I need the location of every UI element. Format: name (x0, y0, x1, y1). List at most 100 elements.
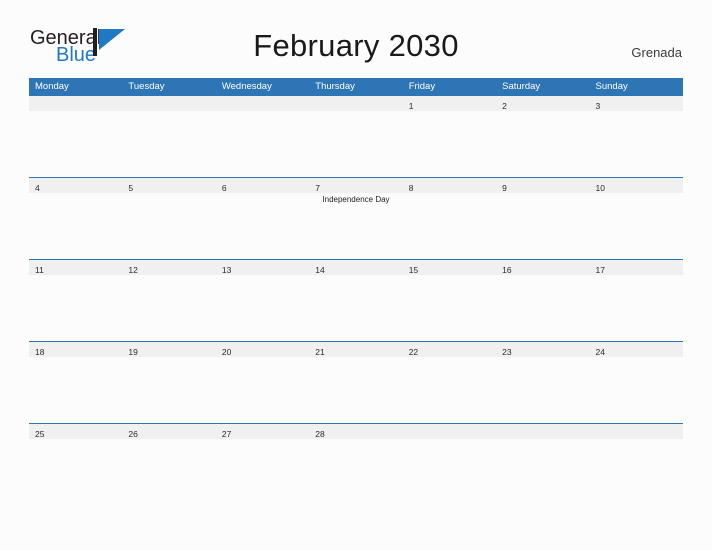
day-cell[interactable]: 28 (309, 424, 402, 439)
day-number: 10 (595, 183, 605, 193)
day-event-cell[interactable] (29, 439, 122, 505)
day-cell[interactable]: 4 (29, 178, 122, 193)
day-event-cell[interactable] (122, 439, 215, 505)
day-event-cell[interactable] (216, 193, 309, 259)
day-number: 9 (502, 183, 507, 193)
day-number: 23 (502, 347, 512, 357)
day-event-cell[interactable] (122, 193, 215, 259)
day-event-cell[interactable] (216, 111, 309, 177)
day-event-cell[interactable] (122, 111, 215, 177)
day-event-cell[interactable] (496, 275, 589, 341)
day-event-cell[interactable]: Independence Day (309, 193, 402, 259)
week-event-band (29, 111, 683, 177)
day-cell[interactable]: 20 (216, 342, 309, 357)
day-event-cell[interactable] (590, 111, 683, 177)
weekday-header-sunday: Sunday (595, 81, 628, 92)
week-date-band: 1 2 3 (29, 96, 683, 111)
day-cell[interactable]: 25 (29, 424, 122, 439)
day-cell[interactable] (29, 96, 122, 111)
day-cell[interactable] (309, 96, 402, 111)
day-event-cell[interactable] (216, 275, 309, 341)
day-event-cell[interactable] (496, 111, 589, 177)
day-cell[interactable]: 23 (496, 342, 589, 357)
week-event-band (29, 275, 683, 341)
calendar-week-row: 18 19 20 21 22 23 24 (29, 341, 683, 423)
day-cell[interactable]: 9 (496, 178, 589, 193)
day-event-cell[interactable] (29, 357, 122, 423)
day-cell[interactable]: 15 (403, 260, 496, 275)
day-number: 28 (315, 429, 325, 439)
week-event-band (29, 439, 683, 505)
day-cell[interactable]: 8 (403, 178, 496, 193)
day-cell[interactable]: 16 (496, 260, 589, 275)
day-number: 27 (221, 429, 232, 439)
day-event-cell[interactable] (29, 111, 122, 177)
day-event-cell[interactable] (309, 111, 402, 177)
day-event-cell[interactable] (403, 357, 496, 423)
day-cell[interactable]: 11 (29, 260, 122, 275)
day-event-cell[interactable] (590, 275, 683, 341)
day-event-cell[interactable] (403, 111, 496, 177)
day-event-cell[interactable] (29, 193, 122, 259)
day-cell[interactable]: 14 (309, 260, 402, 275)
day-event-cell[interactable] (122, 357, 215, 423)
day-cell[interactable] (590, 424, 683, 439)
weekday-header-saturday: Saturday (502, 81, 541, 92)
day-number: 18 (35, 347, 45, 357)
day-cell[interactable]: 5 (122, 178, 215, 193)
day-cell[interactable]: 1 (403, 96, 496, 111)
day-cell[interactable] (403, 424, 496, 439)
day-event-cell[interactable] (309, 439, 402, 505)
day-cell[interactable]: 26 (122, 424, 215, 439)
day-event-cell[interactable] (496, 357, 589, 423)
day-cell[interactable]: 3 (590, 96, 683, 111)
day-cell[interactable] (216, 96, 309, 111)
day-cell[interactable]: 13 (216, 260, 309, 275)
day-cell[interactable]: 6 (216, 178, 309, 193)
day-event-cell[interactable] (590, 357, 683, 423)
day-cell[interactable]: 24 (590, 342, 683, 357)
day-event-cell[interactable] (496, 439, 589, 505)
page-header: General Blue February 2030 Grenada (0, 0, 712, 65)
day-number: 13 (221, 265, 232, 275)
day-cell[interactable]: 7 (309, 178, 402, 193)
day-number: 16 (502, 265, 512, 275)
day-event-cell[interactable] (309, 275, 402, 341)
day-event-cell[interactable] (590, 439, 683, 505)
week-date-band: 18 19 20 21 22 23 24 (29, 342, 683, 357)
day-event-cell[interactable] (496, 193, 589, 259)
day-number: 20 (221, 347, 232, 357)
day-event-cell[interactable] (216, 439, 309, 505)
day-cell[interactable]: 18 (29, 342, 122, 357)
day-number: 8 (408, 183, 414, 193)
day-cell[interactable]: 22 (403, 342, 496, 357)
day-number: 6 (221, 183, 227, 193)
day-event-cell[interactable] (29, 275, 122, 341)
day-event-cell[interactable] (403, 439, 496, 505)
day-cell[interactable]: 19 (122, 342, 215, 357)
day-event-cell[interactable] (122, 275, 215, 341)
day-event-cell[interactable] (403, 193, 496, 259)
day-cell[interactable] (496, 424, 589, 439)
day-cell[interactable]: 27 (216, 424, 309, 439)
day-number: 11 (35, 265, 44, 275)
day-number: 15 (408, 265, 419, 275)
day-event-cell[interactable] (590, 193, 683, 259)
week-date-band: 25 26 27 28 (29, 424, 683, 439)
day-number: 21 (315, 347, 325, 357)
day-number: 12 (128, 265, 138, 275)
day-cell[interactable]: 17 (590, 260, 683, 275)
day-event-cell[interactable] (309, 357, 402, 423)
day-cell[interactable]: 21 (309, 342, 402, 357)
day-number: 2 (502, 101, 507, 111)
day-cell[interactable]: 12 (122, 260, 215, 275)
day-cell[interactable]: 2 (496, 96, 589, 111)
day-cell[interactable] (122, 96, 215, 111)
day-event-cell[interactable] (403, 275, 496, 341)
week-event-band (29, 357, 683, 423)
week-date-band: 11 12 13 14 15 16 17 (29, 260, 683, 275)
weekday-header-row: Monday Tuesday Wednesday Thursday Friday… (29, 78, 683, 95)
day-cell[interactable]: 10 (590, 178, 683, 193)
day-event-cell[interactable] (216, 357, 309, 423)
day-number: 7 (315, 183, 320, 193)
